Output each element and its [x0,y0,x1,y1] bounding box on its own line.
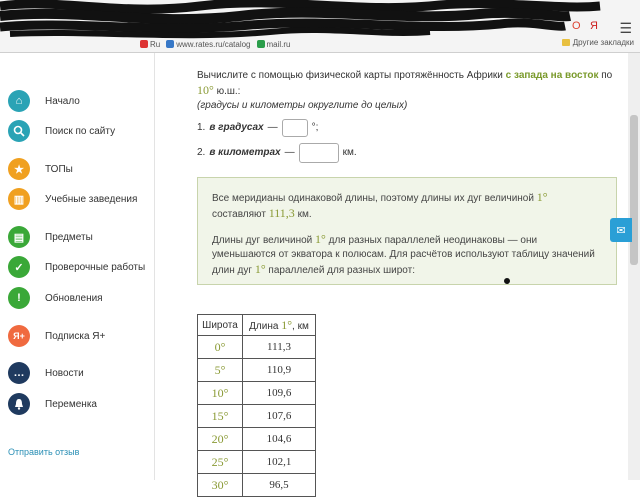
bookmark-favicon-icon [140,40,148,48]
length-cell: 109,6 [242,381,316,405]
sidebar-item-subscription[interactable]: Я+ Подписка Я+ [8,324,105,348]
search-icon [8,120,30,142]
mail-icon[interactable]: ✉ [610,218,632,242]
hint-paragraph-parallels: Длины дуг величиной 1° для разных паралл… [212,232,595,276]
degrees-input[interactable] [281,119,308,137]
home-icon: ⌂ [8,90,30,112]
task-note: (градусы и километры округлите до целых) [197,100,408,111]
sidebar-item-subjects[interactable]: ▤ Предметы [8,225,93,249]
length-cell: 107,6 [242,404,316,428]
sidebar-item-updates[interactable]: ! Обновления [8,286,103,310]
sidebar-item-news[interactable]: … Новости [8,361,84,385]
length-cell: 102,1 [242,450,316,474]
opera-icon[interactable]: O [572,20,581,32]
table-row: 5° 110,9 [197,358,316,382]
km-input[interactable] [298,143,339,163]
building-icon: ▥ [8,188,30,210]
chat-icon: … [8,362,30,384]
table-row: 20° 104,6 [197,427,316,451]
bookmark-favicon-icon [166,40,175,48]
length-cell: 104,6 [242,427,316,451]
task-text: Вычислите с помощью физической карты про… [197,69,617,163]
book-icon: ▤ [8,226,30,248]
task-question: Вычислите с помощью физической карты про… [197,70,613,97]
yandex-icon[interactable]: Я [590,20,598,32]
bookmarks-bar: Ru www.rates.ru/catalog mail.ru [140,38,291,50]
scrollbar-thumb[interactable] [630,115,638,265]
browser-menu-icon[interactable]: ☰ [619,20,632,37]
sidebar-item-schools[interactable]: ▥ Учебные заведения [8,187,137,211]
latitude-cell: 20° [197,427,243,451]
latitude-cell: 25° [197,450,243,474]
table-header-row: Широта Длина 1°, км [197,314,316,336]
other-bookmarks[interactable]: Другие закладки [561,38,634,47]
table-row: 30° 96,5 [197,473,316,497]
star-icon: ★ [8,158,30,180]
latitude-cell: 30° [197,473,243,497]
bell-icon [8,393,30,415]
latitude-cell: 10° [197,381,243,405]
column-header-latitude: Широта [197,314,243,336]
length-cell: 110,9 [242,358,316,382]
sidebar-item-home[interactable]: ⌂ Начало [8,89,80,113]
browser-chrome: O Я ☰ Ru www.rates.ru/catalog mail.ru Др… [0,0,640,53]
column-header-length: Длина 1°, км [242,314,316,336]
hint-box: Все меридианы одинаковой длины, поэтому … [197,177,617,285]
sidebar-item-search[interactable]: Поиск по сайту [8,119,115,143]
task-highlight: с запада на восток [505,70,599,81]
scribble-redaction [0,0,601,39]
cursor-dot [504,278,510,284]
latitude-table: Широта Длина 1°, км 0° 111,3 5° 110,9 10° 1… [197,314,316,497]
sidebar-item-tests[interactable]: ✓ Проверочные работы [8,255,145,279]
bookmark-item[interactable]: mail.ru [256,40,291,49]
sidebar: ⌂ Начало Поиск по сайту ★ ТОПы ▥ Учебные… [0,53,155,480]
table-row: 25° 102,1 [197,450,316,474]
length-cell: 111,3 [242,335,316,359]
bookmark-item[interactable]: Ru [140,40,160,49]
exclamation-icon: ! [8,287,30,309]
answer-row-km: 2. в километрах — км. [197,143,617,163]
sidebar-item-break[interactable]: Переменка [8,392,97,416]
latitude-cell: 0° [197,335,243,359]
bookmark-item[interactable]: www.rates.ru/catalog [166,40,251,49]
hint-paragraph-meridians: Все меридианы одинаковой длины, поэтому … [212,190,548,220]
table-row: 15° 107,6 [197,404,316,428]
sidebar-item-tops[interactable]: ★ ТОПы [8,157,73,181]
folder-icon [561,39,570,46]
latitude-cell: 5° [197,358,243,382]
answer-row-degrees: 1. в градусах — °; [197,119,617,137]
feedback-link[interactable]: Отправить отзыв [8,447,79,457]
main-content: Вычислите с помощью физической карты про… [185,53,625,497]
table-row: 0° 111,3 [197,335,316,359]
length-cell: 96,5 [242,473,316,497]
bookmark-favicon-icon [256,40,265,48]
subscription-icon: Я+ [8,325,30,347]
table-row: 10° 109,6 [197,381,316,405]
check-icon: ✓ [8,256,30,278]
latitude-value: 10° [197,83,214,97]
latitude-cell: 15° [197,404,243,428]
